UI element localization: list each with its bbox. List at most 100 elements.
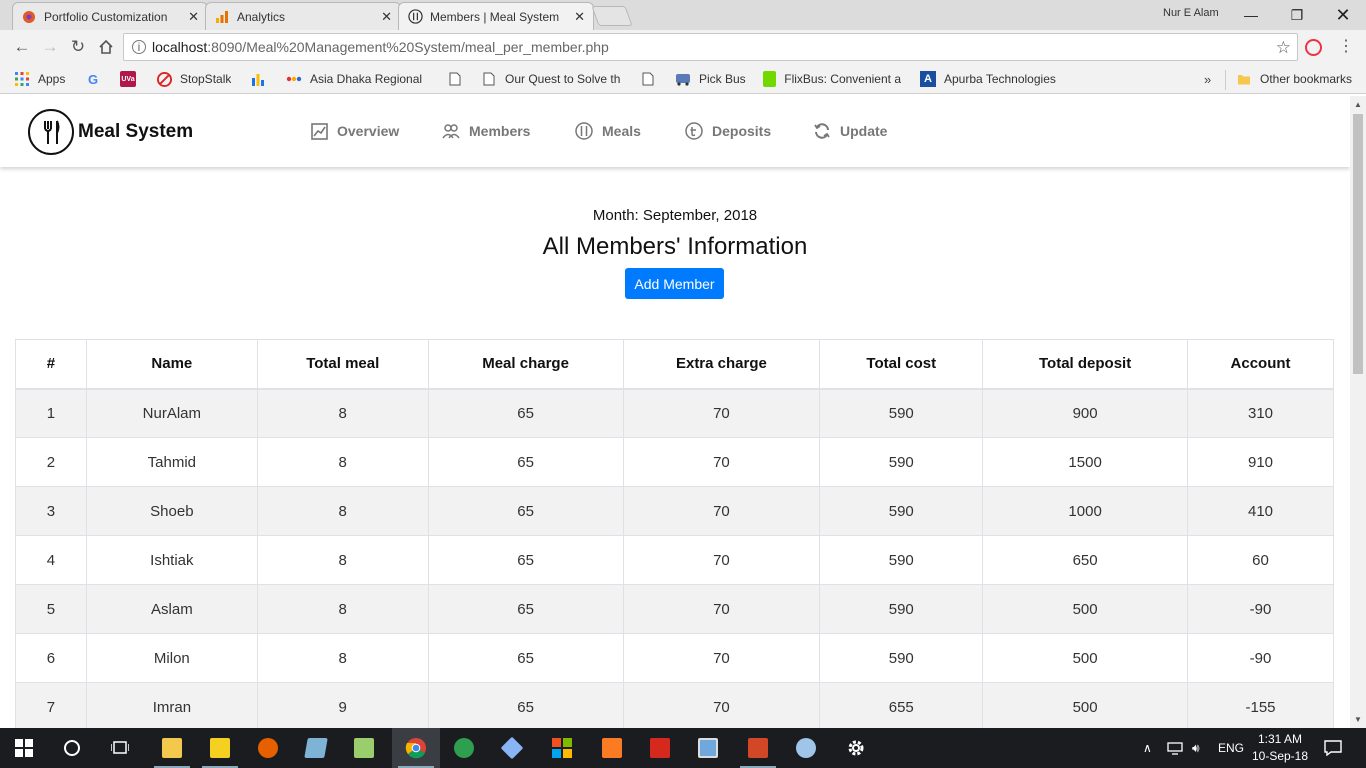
bookmark-asia-dhaka[interactable]: Asia Dhaka Regional	[286, 71, 422, 87]
tab-close-icon[interactable]: ✕	[574, 9, 585, 25]
bookmark-pick-bus[interactable]: Pick Bus	[675, 71, 746, 87]
file-explorer-icon[interactable]	[148, 728, 196, 768]
bookmark-google[interactable]: G	[85, 71, 109, 87]
flixbus-icon	[763, 71, 777, 87]
other-bookmarks-folder[interactable]: Other bookmarks	[1236, 71, 1352, 87]
media-player-icon[interactable]	[196, 728, 244, 768]
extra-charge: 70	[622, 437, 821, 487]
column-header: Total cost	[819, 339, 984, 390]
back-arrow-icon[interactable]: ←	[9, 34, 35, 60]
home-icon[interactable]	[93, 34, 119, 60]
bookmark-page-2[interactable]	[640, 71, 664, 87]
extra-charge: 70	[622, 682, 821, 728]
search-circle-icon[interactable]	[48, 728, 96, 768]
total-deposit: 500	[982, 682, 1189, 728]
new-tab-button[interactable]	[591, 6, 633, 26]
nav-overview[interactable]: Overview	[310, 122, 399, 140]
cube-app-icon[interactable]	[488, 728, 536, 768]
minimize-icon[interactable]: —	[1228, 0, 1274, 30]
paint-app-icon[interactable]	[782, 728, 830, 768]
total-deposit: 900	[982, 388, 1189, 438]
meal-system-logo-icon	[28, 109, 74, 155]
total-cost: 590	[819, 388, 984, 438]
language-indicator[interactable]: ENG	[1218, 728, 1244, 768]
tab-close-icon[interactable]: ✕	[381, 9, 392, 25]
photos-app-icon[interactable]	[684, 728, 732, 768]
scrollbar-thumb[interactable]	[1353, 114, 1363, 374]
total-cost: 590	[819, 584, 984, 634]
xampp-icon[interactable]	[588, 728, 636, 768]
overview-chart-icon	[310, 122, 328, 140]
address-host: localhost	[152, 39, 208, 55]
address-path: :8090/Meal%20Management%20System/meal_pe…	[207, 39, 609, 55]
acrobat-icon[interactable]	[636, 728, 684, 768]
nav-update[interactable]: Update	[813, 122, 887, 140]
clock-time: 1:31 AM	[1257, 732, 1303, 746]
nav-deposits[interactable]: Deposits	[685, 122, 771, 140]
scroll-up-arrow-icon[interactable]: ▲	[1354, 100, 1362, 109]
browser-tab-portfolio[interactable]: Portfolio Customization ✕	[12, 2, 208, 30]
member-name: Ishtiak	[85, 535, 258, 585]
bookmark-apps[interactable]: Apps	[14, 71, 65, 87]
system-clock[interactable]: 1:31 AM 10-Sep-18	[1250, 731, 1310, 765]
browser-menu-icon[interactable]: ⋮	[1338, 36, 1354, 56]
bookmarks-more-chevron[interactable]: »	[1204, 72, 1211, 87]
close-window-icon[interactable]: ✕	[1320, 0, 1366, 30]
notes-app-icon[interactable]	[292, 728, 340, 768]
nav-members[interactable]: Members	[442, 122, 530, 140]
bookmark-star-icon[interactable]: ☆	[1276, 38, 1291, 58]
notepad-plus-icon[interactable]	[340, 728, 388, 768]
bookmarks-bar: Apps G UVa StopStalk Asia Dhaka Regional…	[0, 64, 1366, 94]
bookmark-stopstalk[interactable]: StopStalk	[156, 71, 231, 87]
analytics-favicon-icon	[214, 9, 230, 25]
account-balance: -90	[1187, 584, 1334, 634]
total-meal: 8	[256, 633, 429, 683]
bookmark-label: Our Quest to Solve th	[505, 72, 621, 86]
total-cost: 590	[819, 437, 984, 487]
brand[interactable]: Meal System	[28, 109, 193, 155]
green-app-icon[interactable]	[440, 728, 488, 768]
tray-chevron-icon[interactable]: ∧	[1143, 728, 1152, 768]
bookmark-chart[interactable]	[250, 71, 274, 87]
bookmark-flixbus[interactable]: FlixBus: Convenient a	[763, 71, 901, 87]
network-icon[interactable]	[1167, 728, 1183, 768]
page-scrollbar[interactable]: ▲ ▼	[1350, 96, 1366, 728]
tab-close-icon[interactable]: ✕	[188, 9, 199, 25]
bookmark-page-1[interactable]	[447, 71, 471, 87]
firefox-icon[interactable]	[244, 728, 292, 768]
chrome-icon[interactable]	[392, 728, 440, 768]
volume-icon[interactable]: 🔊︎	[1192, 728, 1200, 768]
account-balance: 410	[1187, 486, 1334, 536]
address-bar[interactable]: i localhost:8090/Meal%20Management%20Sys…	[123, 33, 1298, 61]
windows-start-icon[interactable]	[0, 728, 48, 768]
extra-charge: 70	[622, 388, 821, 438]
site-info-icon[interactable]: i	[132, 40, 146, 54]
settings-gear-icon[interactable]	[832, 728, 880, 768]
total-meal: 8	[256, 535, 429, 585]
browser-tab-members[interactable]: Members | Meal System ✕	[398, 2, 594, 30]
members-table: # Name Total meal Meal charge Extra char…	[15, 339, 1334, 728]
bookmark-our-quest[interactable]: Our Quest to Solve th	[481, 71, 621, 87]
add-member-button[interactable]: Add Member	[625, 268, 724, 299]
restore-icon[interactable]: ❐	[1274, 0, 1320, 30]
extension-icon[interactable]	[1305, 39, 1322, 56]
app-navbar: Meal System Overview Members Meals Depos…	[0, 96, 1350, 167]
nav-meals[interactable]: Meals	[575, 122, 641, 140]
bookmark-uva[interactable]: UVa	[120, 71, 144, 87]
profile-name[interactable]: Nur E Alam	[1163, 7, 1219, 19]
scroll-down-arrow-icon[interactable]: ▼	[1354, 715, 1362, 724]
tiles-app-icon[interactable]	[538, 728, 586, 768]
row-number: 6	[15, 633, 87, 683]
extra-charge: 70	[622, 486, 821, 536]
powerpoint-icon[interactable]	[734, 728, 782, 768]
reload-icon[interactable]: ↻	[65, 34, 91, 60]
deposits-taka-icon	[685, 122, 703, 140]
notifications-icon[interactable]	[1324, 728, 1342, 768]
account-balance: -90	[1187, 633, 1334, 683]
forward-arrow-icon[interactable]: →	[37, 34, 63, 60]
meal-system-favicon-icon	[407, 9, 423, 25]
browser-tab-analytics[interactable]: Analytics ✕	[205, 2, 401, 30]
chart-bars-icon	[250, 71, 266, 87]
bookmark-apurba[interactable]: A Apurba Technologies	[920, 71, 1056, 87]
task-view-icon[interactable]	[96, 728, 144, 768]
